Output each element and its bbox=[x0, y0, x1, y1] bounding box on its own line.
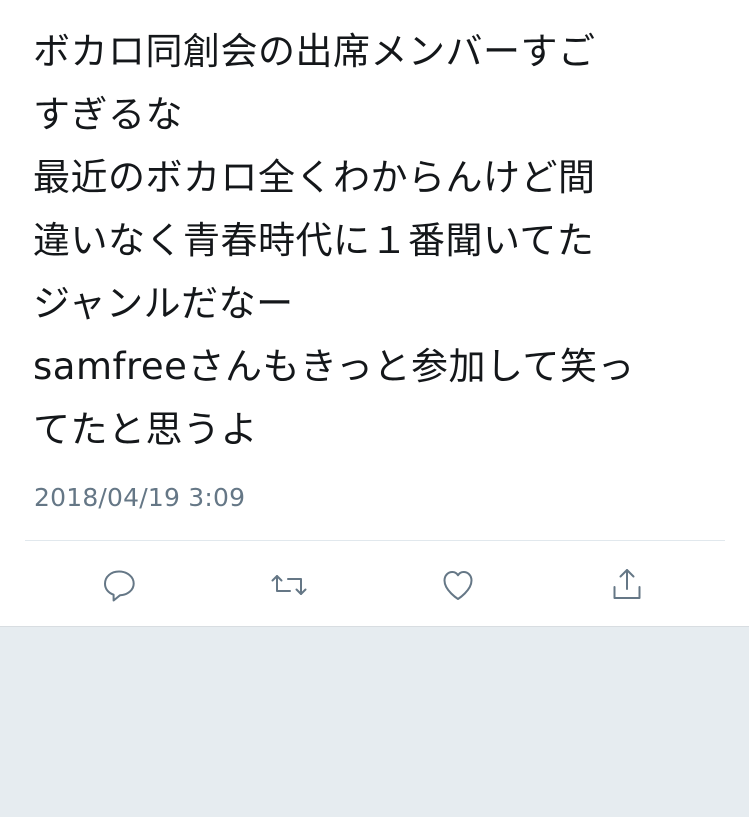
reply-icon bbox=[104, 570, 135, 602]
tweet-text: ボカロ同創会の出席メンバーすご すぎるな 最近のボカロ全くわからんけど間 違いな… bbox=[33, 20, 723, 461]
like-button[interactable] bbox=[433, 560, 483, 610]
tweet-actions-bar bbox=[0, 554, 749, 618]
tweet-card: ボカロ同創会の出席メンバーすご すぎるな 最近のボカロ全くわからんけど間 違いな… bbox=[0, 0, 749, 627]
tweet-text-line-3: 最近のボカロ全くわからんけど間 bbox=[33, 156, 596, 199]
retweet-button[interactable] bbox=[264, 560, 314, 610]
reply-button[interactable] bbox=[94, 560, 144, 610]
tweet-text-line-2: すぎるな bbox=[33, 93, 183, 136]
share-button[interactable] bbox=[602, 560, 652, 610]
tweet-text-line-1: ボカロ同創会の出席メンバーすご bbox=[33, 30, 596, 73]
retweet-icon bbox=[271, 575, 307, 595]
tweet-text-line-6: samfreeさんもきっと参加して笑っ bbox=[33, 345, 635, 388]
heart-icon bbox=[443, 571, 473, 600]
timeline-background bbox=[0, 627, 749, 817]
tweet-timestamp[interactable]: 2018/04/19 3:09 bbox=[34, 480, 245, 516]
tweet-text-line-7: てたと思うよ bbox=[33, 408, 258, 451]
tweet-text-line-4: 違いなく青春時代に１番聞いてた bbox=[33, 219, 595, 262]
tweet-text-line-5: ジャンルだなー bbox=[33, 282, 294, 325]
share-icon bbox=[613, 569, 641, 599]
actions-divider bbox=[25, 540, 725, 541]
